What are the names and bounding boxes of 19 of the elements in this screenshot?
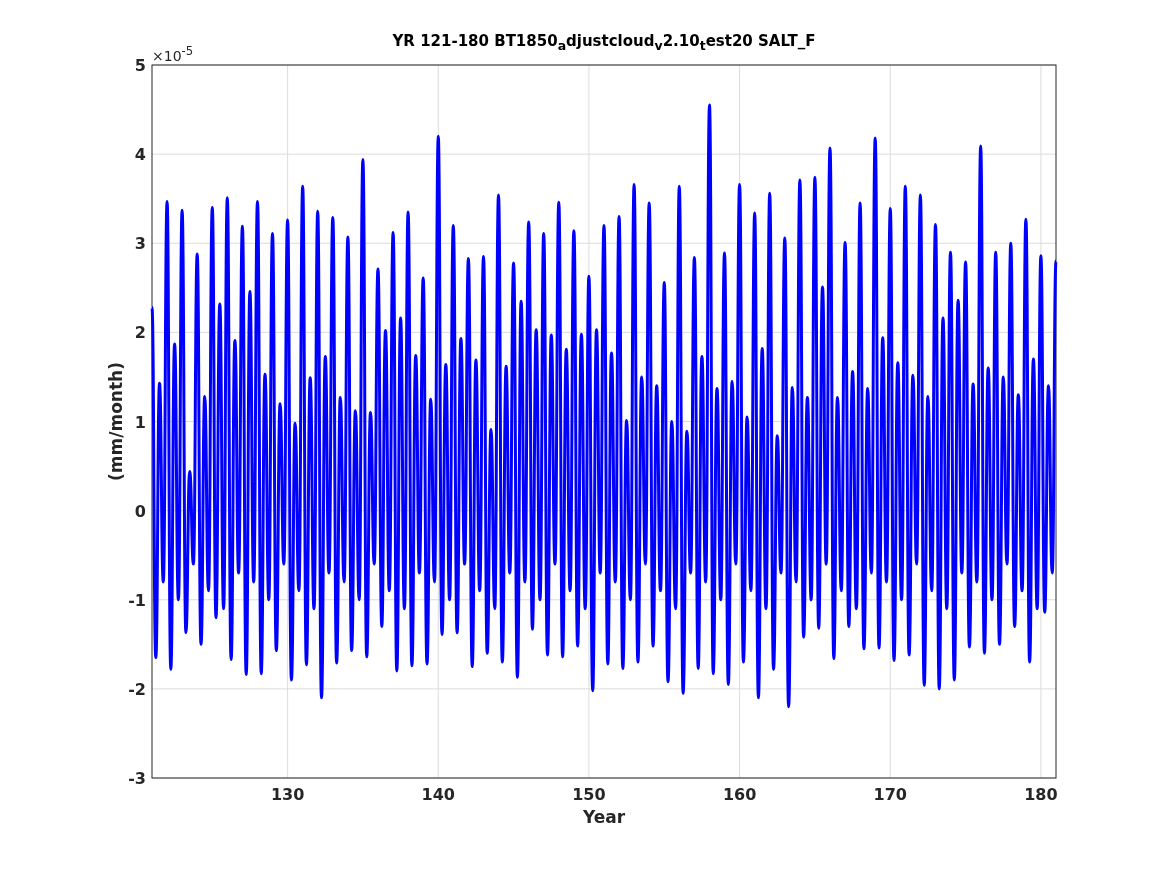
- tick-label: 1: [134, 412, 146, 432]
- axis-label: Year: [582, 807, 626, 827]
- chart-title: YR 121-180 BT1850$_{a}$djustcloud$_{v}$2.10$_{t}$est20 SALT_F: [391, 32, 817, 53]
- tick-label: -1: [128, 590, 146, 610]
- tick-label: 160: [722, 785, 757, 804]
- tick-label: 4: [134, 145, 146, 165]
- tick-label: 140: [421, 785, 455, 804]
- tick-label: 0: [134, 501, 146, 521]
- tick-label: 2: [134, 323, 146, 343]
- tick-label: 180: [1024, 785, 1058, 804]
- tick-label: 150: [572, 785, 606, 804]
- tick-label: 170: [873, 785, 907, 804]
- tick-label: -2: [128, 679, 146, 699]
- axis-label: (mm/month): [106, 362, 126, 481]
- tick-label: 130: [270, 785, 305, 804]
- tick-label: 5: [134, 56, 146, 75]
- axis-exponent: ×10$^{-5}$: [152, 44, 194, 64]
- tick-label: 3: [134, 234, 146, 254]
- tick-label: -3: [128, 769, 146, 788]
